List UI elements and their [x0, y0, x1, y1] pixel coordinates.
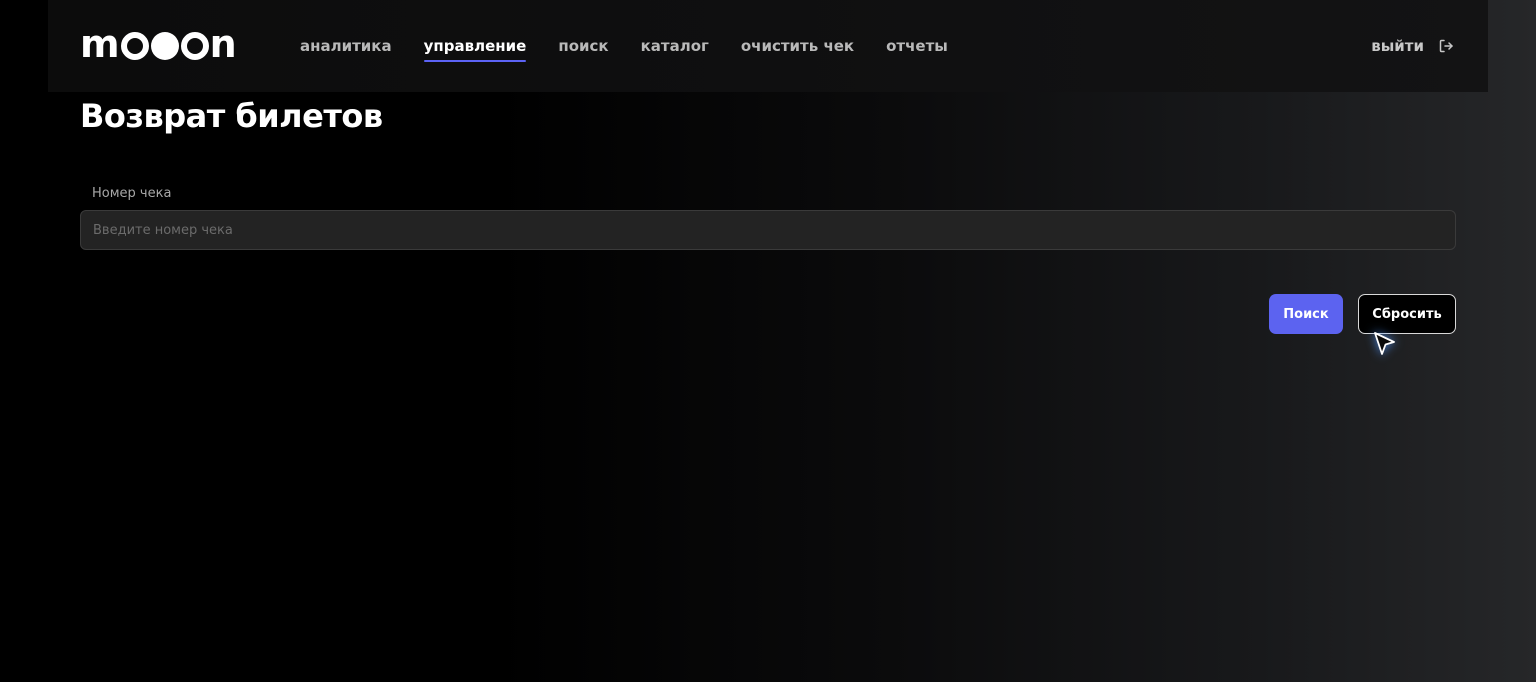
mouse-cursor-icon — [1374, 332, 1395, 355]
page-title: Возврат билетов — [80, 97, 383, 135]
receipt-number-input[interactable] — [80, 210, 1456, 250]
nav-item-analytics[interactable]: аналитика — [300, 0, 392, 55]
nav-item-catalog[interactable]: каталог — [641, 0, 709, 55]
reset-button[interactable]: Сбросить — [1358, 294, 1456, 334]
nav-item-search[interactable]: поиск — [558, 0, 608, 55]
logo-ring-icon — [120, 32, 149, 60]
logo-filled-dot-icon — [150, 32, 179, 60]
logout-label: выйти — [1371, 37, 1424, 55]
mooon-logo[interactable]: m n — [80, 22, 237, 66]
nav-item-reports[interactable]: отчеты — [886, 0, 948, 55]
logout-icon — [1439, 39, 1453, 53]
top-header: m n аналитика управление поиск каталог о… — [48, 0, 1488, 92]
receipt-number-label: Номер чека — [92, 186, 172, 201]
main-nav: аналитика управление поиск каталог очист… — [300, 0, 980, 92]
logout-button[interactable]: выйти — [1371, 37, 1454, 55]
logo-letters-start: m — [80, 22, 120, 66]
logo-ring-icon — [180, 32, 209, 60]
search-button[interactable]: Поиск — [1269, 294, 1343, 334]
nav-item-clear-receipt[interactable]: очистить чек — [741, 0, 854, 55]
logo-letters-end: n — [209, 22, 237, 66]
nav-item-management[interactable]: управление — [423, 0, 526, 62]
